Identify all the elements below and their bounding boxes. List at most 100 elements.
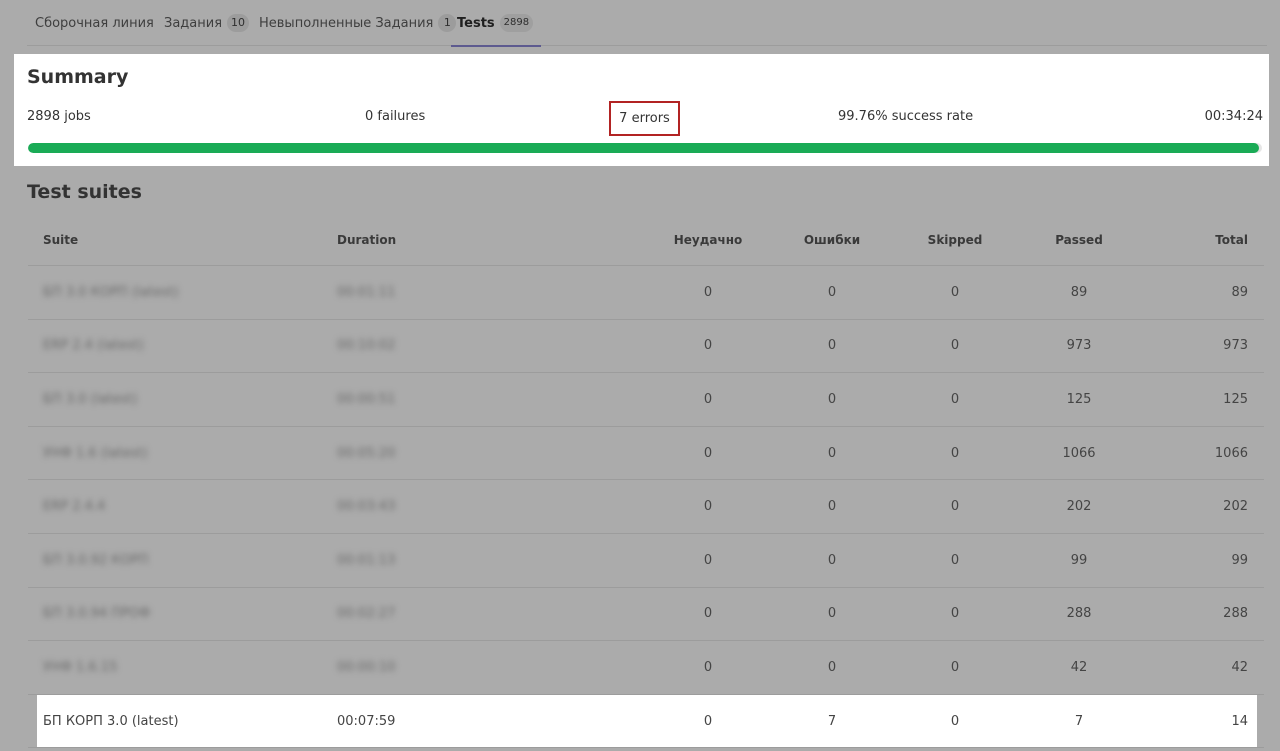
suite-duration: 00:07:59	[337, 713, 396, 729]
suite-duration: 00:01:13	[337, 552, 396, 568]
summary-title: Summary	[27, 66, 129, 88]
suite-name[interactable]: УНФ 1.6 (latest)	[43, 427, 148, 480]
tab-count-badge: 1	[438, 14, 457, 32]
total-count: 202	[1223, 499, 1248, 515]
passed-count: 288	[1066, 606, 1092, 622]
passed-count: 99	[1070, 552, 1088, 568]
suite-name[interactable]: БП КОРП 3.0 (latest)	[43, 695, 179, 748]
passed-count: 202	[1066, 499, 1092, 515]
failures-count: 0 failures	[365, 109, 426, 124]
total-count: 973	[1223, 338, 1248, 354]
total-count: 1066	[1214, 445, 1248, 461]
test-suites-title: Test suites	[27, 181, 142, 203]
col-errors[interactable]: Ошибки	[772, 214, 892, 265]
skipped-count: 0	[950, 499, 960, 515]
passed-count: 973	[1066, 338, 1092, 354]
skipped-count: 0	[950, 713, 960, 729]
passed-count: 42	[1070, 659, 1088, 675]
total-count: 288	[1223, 606, 1248, 622]
total-count: 89	[1231, 284, 1248, 300]
table-row[interactable]: БП 3.0.92 КОРП 00:01:13 0 0 0 99 99	[28, 534, 1264, 588]
failed-count: 0	[703, 552, 713, 568]
suite-duration: 00:05:20	[337, 445, 396, 461]
suite-duration: 00:02:27	[337, 606, 396, 622]
suite-name[interactable]: БП 3.0 (latest)	[43, 373, 137, 426]
col-total[interactable]: Total	[1215, 214, 1248, 265]
table-row[interactable]: БП 3.0 (latest) 00:00:51 0 0 0 125 125	[28, 373, 1264, 427]
tab-label: Задания	[164, 15, 223, 31]
total-count: 14	[1231, 713, 1248, 729]
errors-count: 0	[827, 284, 837, 300]
tab-pipeline[interactable]: Сборочная линия	[35, 0, 154, 46]
success-progress-bar	[28, 143, 1262, 153]
suite-duration: 00:03:43	[337, 499, 396, 515]
success-rate: 99.76% success rate	[838, 109, 974, 124]
errors-count: 0	[827, 552, 837, 568]
total-count: 99	[1231, 552, 1248, 568]
passed-count: 1066	[1062, 445, 1096, 461]
suite-name[interactable]: ERP 2.4 (latest)	[43, 320, 144, 373]
skipped-count: 0	[950, 552, 960, 568]
col-failed[interactable]: Неудачно	[648, 214, 768, 265]
failed-count: 0	[703, 284, 713, 300]
tab-failed-jobs[interactable]: Невыполненные Задания 1	[259, 0, 457, 46]
passed-count: 125	[1066, 391, 1092, 407]
table-body: БП 3.0 КОРП (latest) 00:01:11 0 0 0 89 89 ERP 2…	[28, 266, 1264, 749]
errors-count: 0	[827, 391, 837, 407]
suite-name[interactable]: БП 3.0.94 ПРОФ	[43, 588, 150, 641]
col-passed[interactable]: Passed	[1019, 214, 1139, 265]
passed-count: 7	[1074, 713, 1084, 729]
suite-duration: 00:00:51	[337, 391, 396, 407]
col-suite[interactable]: Suite	[43, 214, 78, 265]
failed-count: 0	[703, 391, 713, 407]
total-count: 42	[1231, 659, 1248, 675]
tab-count-badge: 10	[227, 14, 250, 32]
suite-duration: 00:01:11	[337, 284, 396, 300]
skipped-count: 0	[950, 659, 960, 675]
total-count: 125	[1223, 391, 1248, 407]
passed-count: 89	[1070, 284, 1088, 300]
tab-label: Tests	[457, 15, 495, 31]
test-suites-table: Suite Duration Неудачно Ошибки Skipped P…	[28, 214, 1264, 749]
tab-label: Невыполненные Задания	[259, 15, 434, 31]
errors-count: 7	[827, 713, 837, 729]
errors-highlight-box: 7 errors	[609, 101, 680, 136]
success-progress-fill	[28, 143, 1260, 153]
table-row[interactable]: УНФ 1.6.15 00:00:10 0 0 0 42 42	[28, 641, 1264, 695]
table-row[interactable]: ERP 2.4 (latest) 00:10:02 0 0 0 973 973	[28, 320, 1264, 374]
summary-panel: Summary 2898 jobs 0 failures 7 errors 99…	[14, 54, 1269, 166]
tab-count-badge: 2898	[499, 14, 534, 32]
suite-name[interactable]: ERP 2.4.4	[43, 480, 105, 533]
suite-name[interactable]: БП 3.0.92 КОРП	[43, 534, 148, 587]
tab-label: Сборочная линия	[35, 15, 154, 31]
failed-count: 0	[703, 606, 713, 622]
suite-duration: 00:00:10	[337, 659, 396, 675]
table-row[interactable]: БП 3.0 КОРП (latest) 00:01:11 0 0 0 89 89	[28, 266, 1264, 320]
table-header: Suite Duration Неудачно Ошибки Skipped P…	[28, 214, 1264, 266]
jobs-count: 2898 jobs	[27, 109, 91, 124]
failed-count: 0	[703, 338, 713, 354]
tab-bar: Сборочная линия Задания 10 Невыполненные…	[27, 0, 1267, 47]
skipped-count: 0	[950, 391, 960, 407]
suite-name[interactable]: УНФ 1.6.15	[43, 641, 117, 694]
errors-count: 0	[827, 499, 837, 515]
table-row[interactable]: БП КОРП 3.0 (latest) 00:07:59 0 7 0 7 14	[28, 694, 1264, 749]
suite-duration: 00:10:02	[337, 338, 396, 354]
failed-count: 0	[703, 499, 713, 515]
tab-jobs[interactable]: Задания 10	[164, 0, 250, 46]
col-skipped[interactable]: Skipped	[895, 214, 1015, 265]
table-row[interactable]: БП 3.0.94 ПРОФ 00:02:27 0 0 0 288 288	[28, 588, 1264, 642]
errors-count: 0	[827, 338, 837, 354]
total-duration: 00:34:24	[1204, 109, 1263, 124]
tab-tests[interactable]: Tests 2898	[450, 0, 542, 47]
table-row[interactable]: ERP 2.4.4 00:03:43 0 0 0 202 202	[28, 480, 1264, 534]
errors-count: 0	[827, 445, 837, 461]
errors-count: 0	[827, 659, 837, 675]
errors-count: 7 errors	[619, 111, 670, 126]
errors-count: 0	[827, 606, 837, 622]
skipped-count: 0	[950, 445, 960, 461]
table-row[interactable]: УНФ 1.6 (latest) 00:05:20 0 0 0 1066 1066	[28, 427, 1264, 481]
failed-count: 0	[703, 445, 713, 461]
suite-name[interactable]: БП 3.0 КОРП (latest)	[43, 266, 179, 319]
col-duration[interactable]: Duration	[337, 214, 396, 265]
